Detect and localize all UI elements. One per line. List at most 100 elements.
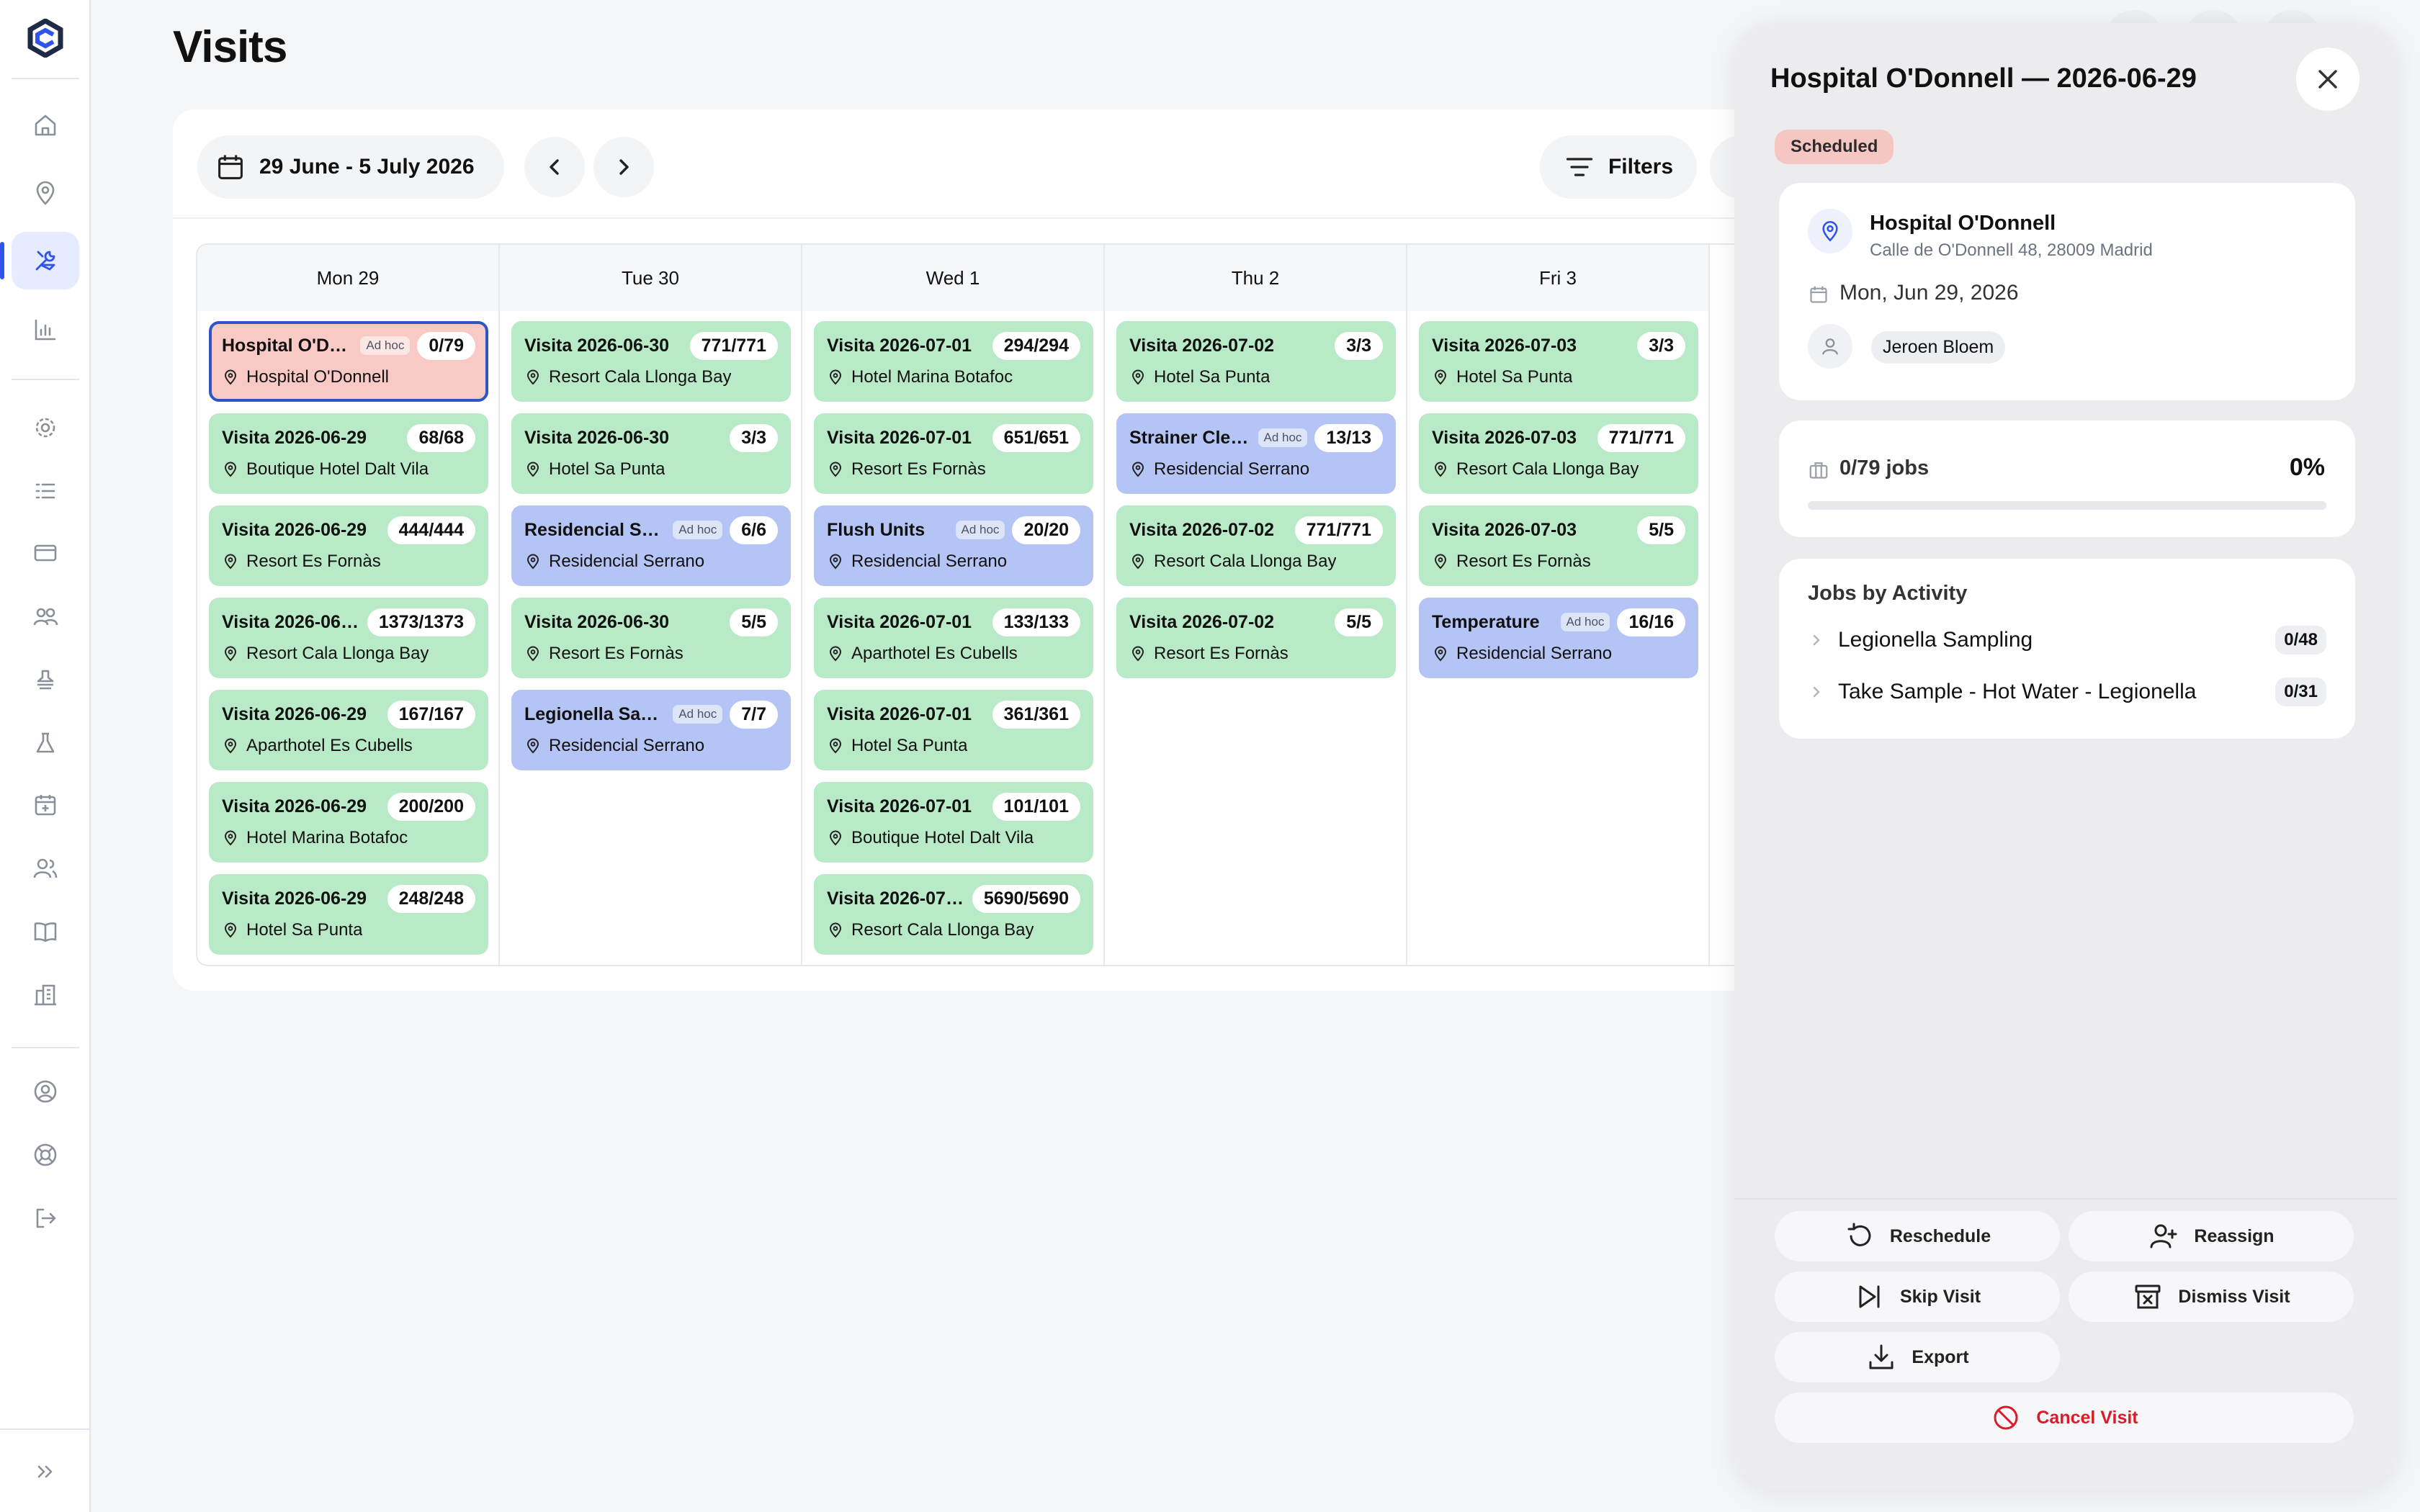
visit-count-badge: 1373/1373 [367, 608, 475, 636]
expand-icon [37, 1465, 53, 1478]
visit-title: Visita 2026-07-01 [827, 335, 972, 356]
visit-card[interactable]: Visita 2026-06-30 5/5 Resort Es Fornàs [511, 598, 791, 678]
nav-checklists[interactable] [12, 462, 79, 520]
visit-card[interactable]: Visita 2026-06-30 3/3 Hotel Sa Punta [511, 413, 791, 494]
visit-card-header: Strainer CleaningAd hoc 13/13 [1129, 423, 1383, 452]
map-pin-icon [1822, 220, 1838, 242]
visit-card[interactable]: Temperature Ad hoc 16/16 Residencial Serran… [1419, 598, 1698, 678]
visit-count-badge: 248/248 [387, 884, 475, 913]
visit-title: Visita 2026-07-03 [1432, 519, 1577, 540]
app-logo[interactable] [26, 19, 65, 58]
visit-location: Hotel Sa Punta [246, 920, 363, 940]
nav-logout[interactable] [12, 1189, 79, 1247]
column-divider [1708, 311, 1710, 965]
visit-card[interactable]: Visita 2026-07-01 651/651 Resort Es Fornàs [814, 413, 1093, 494]
visit-location-row: Hotel Marina Botafoc [827, 363, 1080, 392]
reschedule-button[interactable]: Reschedule [1775, 1211, 2060, 1261]
nav-approvals[interactable] [12, 651, 79, 708]
visit-card-header: Flush Units Ad hoc 20/20 [827, 516, 1080, 544]
skip-visit-button[interactable]: Skip Visit [1775, 1272, 2060, 1322]
nav-support[interactable] [12, 1126, 79, 1184]
nav-locations[interactable] [12, 164, 79, 222]
visit-card[interactable]: Visita 2026-06-29 167/167 Aparthotel Es Cu… [209, 690, 488, 770]
nav-visits[interactable] [0, 232, 79, 289]
visit-location: Hotel Sa Punta [1154, 367, 1270, 387]
visit-card[interactable]: Visita 2026-07-01 294/294 Hotel Marina Bot… [814, 321, 1093, 402]
visit-location-row: Hotel Sa Punta [222, 916, 475, 945]
visit-card-header: Visita 2026-07-01 651/651 [827, 423, 1080, 452]
visit-card[interactable]: Visita 2026-07-01 361/361 Hotel Sa Punta [814, 690, 1093, 770]
map-pin-icon [829, 369, 842, 385]
visit-location: Boutique Hotel Dalt Vila [246, 459, 429, 479]
nav-schedule[interactable] [12, 776, 79, 834]
day-column-header: Mon 29 [197, 245, 500, 311]
chevron-right-icon [1813, 634, 1820, 646]
reassign-button[interactable]: Reassign [2069, 1211, 2354, 1261]
visit-card-header: Visita 2026-07-01 361/361 [827, 700, 1080, 729]
lifebuoy-icon [34, 1143, 57, 1166]
nav-library[interactable] [12, 903, 79, 960]
date-range-picker[interactable]: 29 June - 5 July 2026 [197, 135, 504, 199]
activity-row[interactable]: Legionella Sampling 0/48 [1808, 622, 2326, 658]
cancel-visit-button[interactable]: Cancel Visit [1775, 1392, 2354, 1443]
visit-title: Flush Units [827, 519, 926, 540]
visit-location: Resort Es Fornàs [851, 459, 986, 479]
close-drawer-button[interactable] [2296, 48, 2360, 111]
visit-location: Resort Es Fornàs [1154, 644, 1289, 663]
visit-card[interactable]: Visita 2026-07-01 133/133 Aparthotel Es Cu… [814, 598, 1093, 678]
visit-card[interactable]: Visita 2026-06-29 248/248 Hotel Sa Punta [209, 874, 488, 955]
card-icon [34, 544, 57, 562]
activity-row[interactable]: Take Sample - Hot Water - Legionella 0/3… [1808, 674, 2326, 710]
filters-button[interactable]: Filters [1540, 135, 1697, 199]
visit-card[interactable]: Visita 2026-07-02 5/5 Resort Es Fornàs [1116, 598, 1396, 678]
visit-location-row: Residencial Serrano [524, 732, 778, 760]
visit-card[interactable]: Residencial SerranoAd hoc6/6Residencial … [511, 505, 791, 586]
visit-card[interactable]: Visita 2026-07-03 771/771 Resort Cala Llon… [1419, 413, 1698, 494]
visit-card-header: Visita 2026-06-29 68/68 [222, 423, 475, 452]
visit-card[interactable]: Visita 2026-07-02 3/3 Hotel Sa Punta [1116, 321, 1396, 402]
visit-card[interactable]: Visita 2026-07-03 5/5 Resort Es Fornàs [1419, 505, 1698, 586]
sidebar-expand-button[interactable] [12, 1443, 79, 1500]
nav-analytics[interactable] [12, 301, 79, 359]
visit-count-badge: 13/13 [1314, 423, 1383, 452]
visit-card[interactable]: Visita 2026-06-29 444/444 Resort Es Fornàs [209, 505, 488, 586]
visit-card[interactable]: Visita 2026-07-02 771/771 Resort Cala Llon… [1116, 505, 1396, 586]
visit-card-header: Visita 2026-07-03 5/5 [1432, 516, 1685, 544]
visit-card[interactable]: Flush Units Ad hoc 20/20 Residencial Serran… [814, 505, 1093, 586]
visit-count-badge: 3/3 [1637, 331, 1685, 360]
nav-teams[interactable] [12, 588, 79, 645]
visit-card[interactable]: Visita 2026-06-30 771/771 Resort Cala Llon… [511, 321, 791, 402]
visit-count-badge: 167/167 [387, 700, 475, 729]
nav-profile[interactable] [12, 1063, 79, 1120]
visit-card[interactable]: Visita 2026-07-01 101/101 Boutique Hotel D… [814, 782, 1093, 863]
next-week-button[interactable] [593, 137, 654, 197]
dismiss-visit-button[interactable]: Dismiss Visit [2069, 1272, 2354, 1322]
export-button[interactable]: Export [1775, 1332, 2060, 1382]
visit-card[interactable]: Visita 2026-06-29 68/68 Boutique Hotel Dal… [209, 413, 488, 494]
nav-users[interactable] [12, 840, 79, 897]
assignee-chip[interactable]: Jeroen Bloem [1871, 331, 2006, 364]
visit-card[interactable]: Legionella Sampling Ad hoc 7/7 Residencial … [511, 690, 791, 770]
visit-title: Residencial Serrano [524, 519, 668, 540]
visit-card[interactable]: Strainer CleaningAd hoc 13/13Residencial … [1116, 413, 1396, 494]
previous-week-button[interactable] [524, 137, 585, 197]
adhoc-badge: Ad hoc [955, 521, 1005, 539]
visit-card[interactable]: Visita 2026-06-29 200/200 Hotel Marina Bot… [209, 782, 488, 863]
visit-card[interactable]: Visita 2026-06-29 1373/1373 Resort Cala Ll… [209, 598, 488, 678]
visit-location-row: Resort Cala Llonga Bay [222, 639, 475, 668]
nav-home[interactable] [12, 96, 79, 154]
nav-lab[interactable] [12, 714, 79, 772]
visit-card[interactable]: Hospital O'DonnellAd hoc0/79Hospital O'D… [209, 321, 488, 402]
visit-detail-drawer: Hospital O'Donnell — 2026-06-29 Schedule… [1734, 23, 2397, 1489]
visit-card-header: Visita 2026-07-02 3/3 [1129, 331, 1383, 360]
visit-card[interactable]: Visita 2026-07-01 5690/5690 Resort Cala Ll… [814, 874, 1093, 955]
nav-settings[interactable] [12, 399, 79, 456]
visit-title: Visita 2026-07-01 [827, 703, 972, 724]
map-pin-icon [526, 738, 539, 754]
visit-card-header: Visita 2026-06-30 3/3 [524, 423, 778, 452]
dismiss-visit-label: Dismiss Visit [2178, 1286, 2290, 1307]
nav-billing[interactable] [12, 524, 79, 582]
nav-buildings[interactable] [12, 966, 79, 1024]
visit-location: Resort Es Fornàs [1456, 552, 1591, 571]
visit-card[interactable]: Visita 2026-07-03 3/3 Hotel Sa Punta [1419, 321, 1698, 402]
